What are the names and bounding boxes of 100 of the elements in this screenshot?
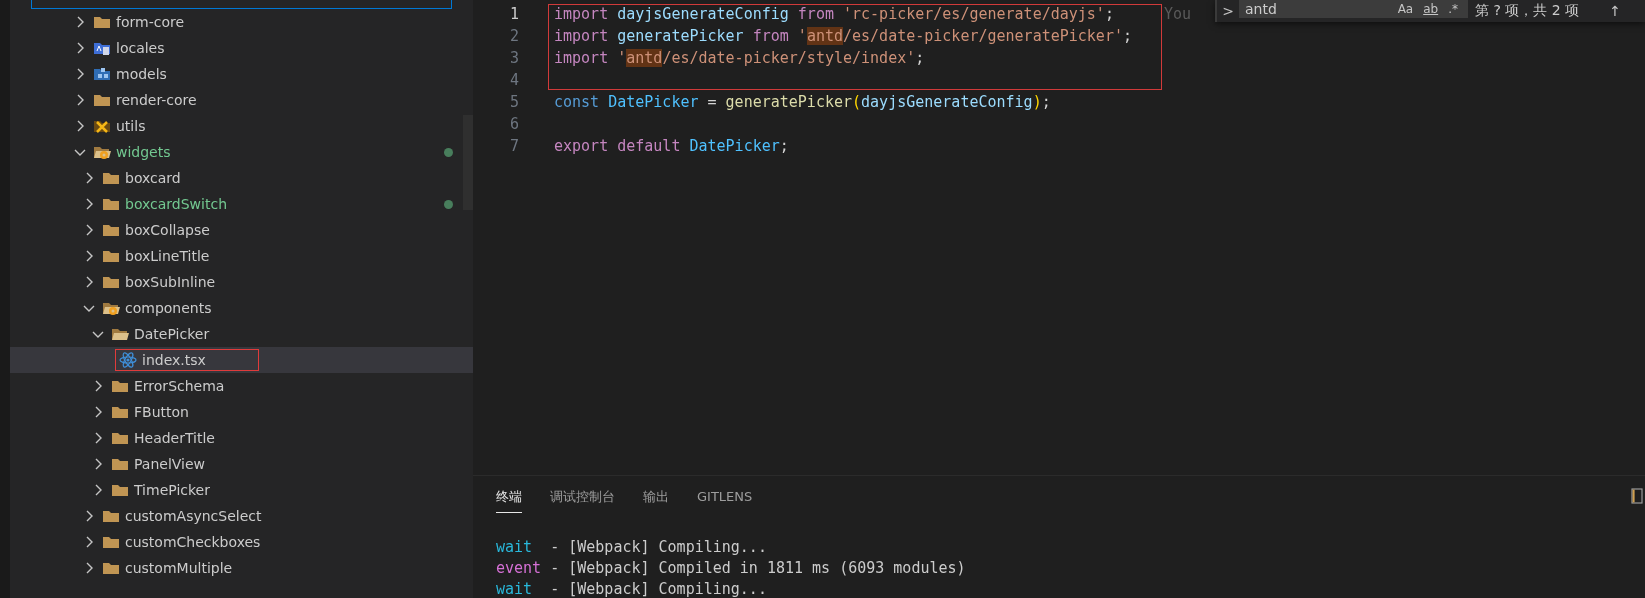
folder-icon: [102, 508, 120, 524]
folder-icon: [102, 170, 120, 186]
folder-gear-icon: [93, 144, 111, 160]
folder-icon: [111, 482, 129, 498]
folder-icon: [111, 378, 129, 394]
tree-item-label: FButton: [134, 404, 189, 420]
tree-item-label: form-core: [116, 14, 185, 30]
tree-item[interactable]: components: [10, 295, 473, 321]
tree-item-label: boxcardSwitch: [125, 196, 228, 212]
tree-item[interactable]: DatePicker: [10, 321, 473, 347]
panel-tab[interactable]: 输出: [643, 479, 669, 513]
tree-item[interactable]: customMultiple: [10, 555, 473, 581]
folder-icon: [102, 274, 120, 290]
panel-tab[interactable]: GITLENS: [697, 481, 753, 511]
tree-item[interactable]: PanelView: [10, 451, 473, 477]
tree-item-label: TimePicker: [134, 482, 210, 498]
code-token: /es/date-picker/style/index': [662, 49, 916, 67]
log-message: - [Webpack] Compiled in 1811 ms (6093 modules): [550, 559, 966, 577]
code-token: ;: [1104, 5, 1114, 23]
code-token: dayjsGenerateConfig: [617, 5, 790, 23]
match-count: 第 ? 项，共 2 项: [1475, 2, 1580, 20]
toggle-replace-button[interactable]: >: [1217, 3, 1239, 19]
code-token: import: [554, 49, 610, 67]
folder-icon: [102, 560, 120, 576]
code-token: (: [852, 93, 862, 111]
code-token: ): [1032, 93, 1042, 111]
line-number: 4: [508, 71, 519, 89]
code-token: from: [797, 5, 835, 23]
tree-item[interactable]: locales: [10, 35, 473, 61]
code-token: ': [617, 49, 627, 67]
tree-item[interactable]: boxSubInline: [10, 269, 473, 295]
log-level: wait: [496, 579, 534, 598]
panel-tab[interactable]: 终端: [496, 479, 522, 513]
code-token: ;: [1041, 93, 1051, 111]
folder-tools-icon: [93, 118, 111, 134]
tree-item-label: components: [125, 300, 212, 316]
code-token: generatePicker: [617, 27, 745, 45]
line-number: 2: [508, 27, 519, 45]
tree-item[interactable]: boxcardSwitch: [10, 191, 473, 217]
tree-item[interactable]: FButton: [10, 399, 473, 425]
atom-icon: [119, 352, 137, 368]
panel-layout-icon[interactable]: [1631, 488, 1643, 504]
folder-icon: [111, 404, 129, 420]
tree-item[interactable]: utils: [10, 113, 473, 139]
tree-item-label: index.tsx: [142, 352, 206, 368]
folder-icon: [102, 222, 120, 238]
tree-item-label: widgets: [116, 144, 171, 160]
panel-tab[interactable]: 调试控制台: [550, 479, 615, 513]
tree-item-label: models: [116, 66, 167, 82]
tree-item[interactable]: HeaderTitle: [10, 425, 473, 451]
folder-cubes-icon: [93, 66, 111, 82]
tree-item-label: customAsyncSelect: [125, 508, 262, 524]
log-level: event: [496, 558, 543, 579]
find-option-button[interactable]: .*: [1448, 2, 1458, 16]
folder-icon: [102, 534, 120, 550]
tree-item[interactable]: widgets: [10, 139, 473, 165]
tree-item[interactable]: render-core: [10, 87, 473, 113]
tree-item[interactable]: boxCollapse: [10, 217, 473, 243]
tree-item[interactable]: TimePicker: [10, 477, 473, 503]
folder-icon: [111, 430, 129, 446]
tree-item-label: customMultiple: [125, 560, 233, 576]
tree-item[interactable]: boxLineTitle: [10, 243, 473, 269]
log-message: - [Webpack] Compiling...: [550, 538, 767, 556]
folder-icon: [93, 14, 111, 30]
code-token: dayjsGenerateConfig: [861, 93, 1033, 111]
previous-match-button[interactable]: ↑: [1609, 3, 1621, 19]
code-token: import: [554, 5, 610, 23]
line-number: 3: [508, 49, 519, 67]
tree-item[interactable]: customAsyncSelect: [10, 503, 473, 529]
tree-item[interactable]: models: [10, 61, 473, 87]
find-option-button[interactable]: ab: [1423, 2, 1439, 16]
code-token: =: [707, 93, 718, 111]
folder-icon: [102, 196, 120, 212]
tree-item-label: boxLineTitle: [125, 248, 210, 264]
tree-item-label: render-core: [116, 92, 197, 108]
code-token: generatePicker: [725, 93, 853, 111]
folder-translate-icon: [93, 40, 111, 56]
find-value: antd: [1245, 1, 1278, 17]
find-option-button[interactable]: Aa: [1397, 2, 1414, 16]
folder-icon: [93, 92, 111, 108]
code-token: DatePicker: [608, 93, 700, 111]
tree-item[interactable]: form-core: [10, 9, 473, 35]
folder-gear-icon: [102, 300, 120, 316]
tree-item[interactable]: ErrorSchema: [10, 373, 473, 399]
tree-item-label: boxcard: [125, 170, 181, 186]
line-number: 5: [508, 93, 519, 111]
find-field[interactable]: antd Aa ab .*: [1239, 0, 1468, 18]
tree-item-label: ErrorSchema: [134, 378, 225, 394]
line-number: 6: [508, 115, 519, 133]
code-token: import: [554, 27, 610, 45]
code-token: export: [554, 137, 610, 155]
tree-item[interactable]: index.tsx: [10, 347, 473, 373]
search-match: antd: [626, 49, 663, 67]
tree-item-label: PanelView: [134, 456, 205, 472]
code-token: /es/date-picker/generatePicker': [843, 27, 1123, 45]
modified-dot: [444, 199, 453, 209]
tree-item[interactable]: boxcard: [10, 165, 473, 191]
code-token: 'rc-picker/es/generate/dayjs': [843, 5, 1105, 23]
code-token: ;: [779, 137, 789, 155]
tree-item[interactable]: customCheckboxes: [10, 529, 473, 555]
